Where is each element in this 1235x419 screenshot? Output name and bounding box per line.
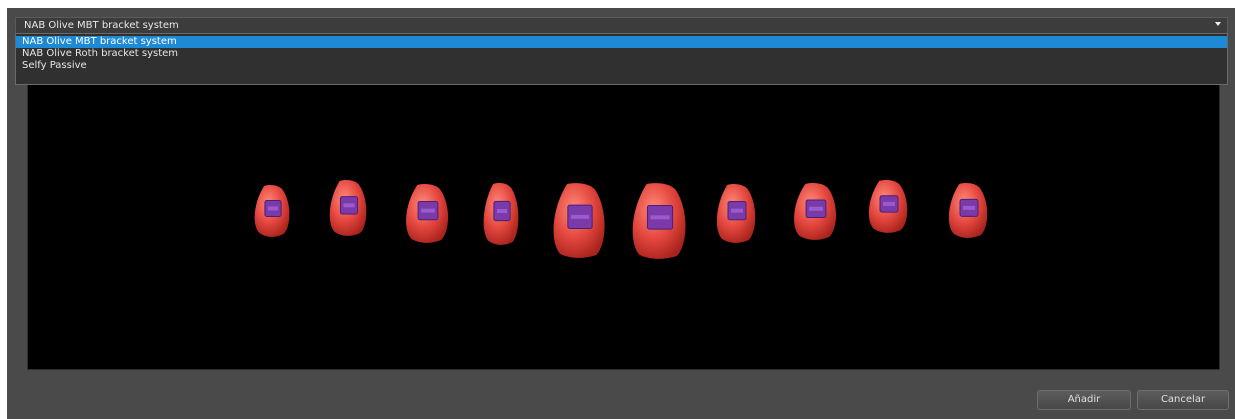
bracket-slot [731, 208, 743, 213]
cancel-button[interactable]: Cancelar [1137, 390, 1229, 410]
bracket-system-select[interactable]: NAB Olive MBT bracket system [15, 17, 1228, 34]
dropdown-option-nab-olive-roth[interactable]: NAB Olive Roth bracket system [16, 48, 1227, 60]
dropdown-option-selfy-passive[interactable]: Selfy Passive [16, 60, 1227, 72]
bracket-slot [570, 214, 590, 219]
tooth-1[interactable] [254, 185, 290, 237]
bracket-system-dropdown-list: NAB Olive MBT bracket system NAB Olive R… [15, 33, 1228, 85]
tooth-7[interactable] [716, 184, 756, 243]
tooth-8[interactable] [794, 183, 837, 240]
bracket-slot [343, 203, 355, 208]
bracket-slot [421, 208, 435, 213]
bracket-slot [883, 201, 895, 206]
chevron-down-icon[interactable] [1215, 22, 1221, 26]
tooth-10[interactable] [948, 183, 988, 238]
bracket-system-selected-value: NAB Olive MBT bracket system [24, 20, 179, 31]
add-button[interactable]: Añadir [1037, 390, 1131, 410]
tooth-3[interactable] [406, 184, 449, 243]
bracket-slot [809, 206, 823, 211]
tooth-9[interactable] [868, 180, 908, 233]
tooth-2[interactable] [329, 180, 367, 236]
bracket-slot [496, 209, 508, 213]
bracket-slot [650, 215, 670, 220]
tooth-4[interactable] [483, 183, 519, 245]
bracket-slot [963, 205, 975, 210]
tooth-5[interactable] [553, 183, 605, 258]
bracket-slot [267, 206, 279, 211]
tooth-6[interactable] [632, 183, 686, 259]
dropdown-option-nab-olive-mbt[interactable]: NAB Olive MBT bracket system [16, 36, 1227, 48]
